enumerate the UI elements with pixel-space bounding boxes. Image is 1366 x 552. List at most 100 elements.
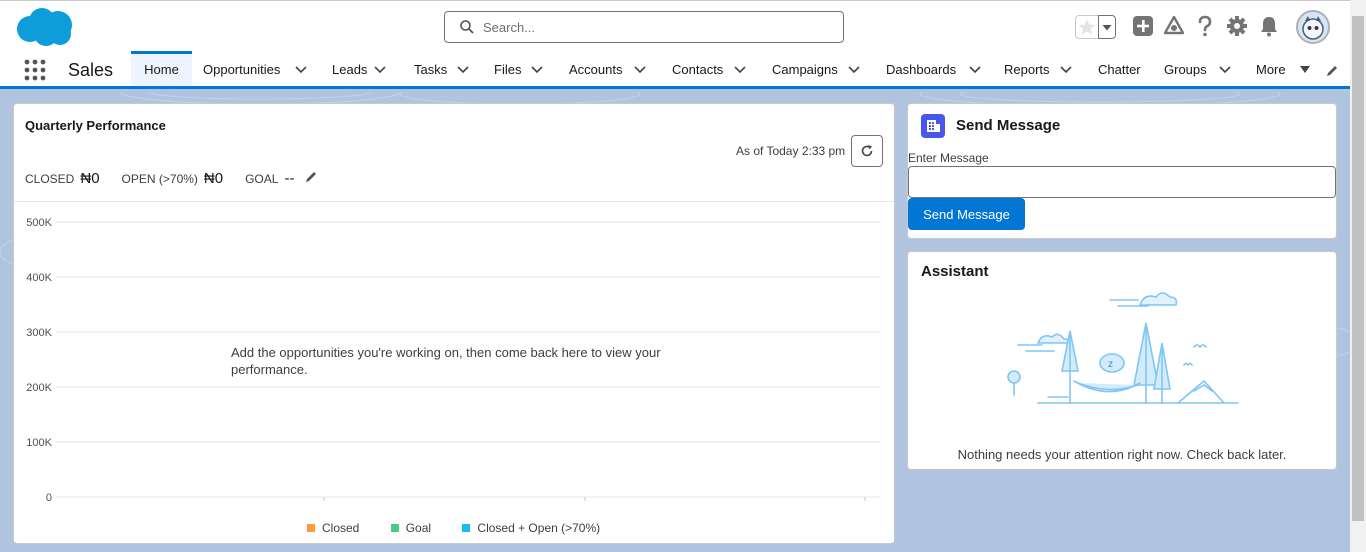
chevron-down-icon[interactable] bbox=[634, 66, 646, 74]
favorites-dropdown-icon[interactable] bbox=[1098, 15, 1116, 39]
app-launcher-icon[interactable] bbox=[24, 59, 46, 81]
y-tick-label: 400K bbox=[26, 272, 52, 284]
tab-leads[interactable]: Leads bbox=[332, 51, 394, 86]
goal-value: -- bbox=[284, 170, 295, 187]
chevron-down-icon[interactable] bbox=[848, 66, 860, 74]
y-tick-label: 100K bbox=[26, 437, 52, 449]
closed-value: ₦0 bbox=[80, 170, 100, 187]
tab-label: More bbox=[1256, 62, 1286, 77]
closed-label: CLOSED bbox=[25, 172, 75, 186]
chevron-down-icon[interactable] bbox=[374, 66, 386, 74]
assistant-card: Assistant z Nothing needs your attention… bbox=[907, 251, 1337, 470]
favorites-control[interactable] bbox=[1075, 15, 1117, 39]
legend-item-closed-open[interactable]: Closed + Open (>70%) bbox=[462, 521, 600, 535]
building-icon bbox=[921, 114, 945, 138]
send-message-card: Send Message Enter Message Send Message bbox=[907, 103, 1337, 239]
tab-opportunities[interactable]: Opportunities bbox=[203, 51, 313, 86]
chart-legend: Closed Goal Closed + Open (>70%) bbox=[307, 521, 628, 535]
assistant-message: Nothing needs your attention right now. … bbox=[957, 447, 1287, 462]
tab-campaigns[interactable]: Campaigns bbox=[772, 51, 866, 86]
tab-reports[interactable]: Reports bbox=[1004, 51, 1086, 86]
setup-gear-icon[interactable] bbox=[1226, 15, 1248, 37]
tab-label: Files bbox=[494, 62, 522, 77]
card-title: Quarterly Performance bbox=[25, 118, 166, 133]
message-field-label: Enter Message bbox=[908, 151, 989, 165]
relaxing-hammock-illustration: z bbox=[1007, 292, 1239, 404]
caret-down-icon[interactable] bbox=[1299, 65, 1311, 74]
legend-swatch bbox=[462, 524, 471, 532]
as-of-timestamp: As of Today 2:33 pm bbox=[736, 144, 846, 158]
legend-label: Closed bbox=[322, 521, 360, 535]
y-tick-label: 0 bbox=[46, 492, 52, 502]
chevron-down-icon[interactable] bbox=[1219, 66, 1231, 74]
chevron-down-icon[interactable] bbox=[457, 66, 469, 74]
page-scrollbar[interactable] bbox=[1350, 0, 1366, 552]
app-navigation-bar: Sales Home Opportunities Leads Tasks Fil… bbox=[0, 51, 1350, 89]
global-header: Search... bbox=[0, 0, 1350, 51]
tab-label: Groups bbox=[1164, 62, 1207, 77]
chevron-down-icon[interactable] bbox=[531, 66, 543, 74]
app-name: Sales bbox=[68, 60, 114, 80]
trailhead-icon[interactable] bbox=[1162, 15, 1186, 37]
y-tick-label: 500K bbox=[26, 217, 52, 229]
edit-goal-pencil-icon[interactable] bbox=[304, 170, 318, 184]
user-avatar[interactable] bbox=[1296, 10, 1330, 44]
global-search[interactable]: Search... bbox=[444, 11, 844, 43]
legend-label: Closed + Open (>70%) bbox=[477, 521, 601, 535]
tab-label: Reports bbox=[1004, 62, 1050, 77]
favorite-star-icon[interactable] bbox=[1075, 15, 1099, 39]
tab-label: Tasks bbox=[414, 62, 448, 77]
tab-chatter[interactable]: Chatter bbox=[1098, 51, 1146, 86]
y-tick-label: 300K bbox=[26, 327, 52, 339]
zzz-glyph: z bbox=[1108, 359, 1113, 370]
tab-label: Opportunities bbox=[203, 62, 281, 77]
global-actions-plus-icon[interactable] bbox=[1132, 15, 1154, 37]
tab-more[interactable]: More bbox=[1256, 51, 1314, 86]
search-placeholder: Search... bbox=[483, 20, 536, 35]
card-title: Assistant bbox=[921, 263, 989, 280]
tab-label: Campaigns bbox=[772, 62, 838, 77]
tab-files[interactable]: Files bbox=[494, 51, 550, 86]
edit-nav-pencil-icon[interactable] bbox=[1325, 64, 1339, 78]
empty-chart-message: Add the opportunities you're working on,… bbox=[231, 345, 661, 377]
open-value: ₦0 bbox=[203, 170, 224, 187]
quarterly-performance-card: Quarterly Performance As of Today 2:33 p… bbox=[13, 103, 895, 544]
tab-label: Contacts bbox=[672, 62, 724, 77]
chevron-down-icon[interactable] bbox=[969, 66, 981, 74]
chevron-down-icon[interactable] bbox=[734, 66, 746, 74]
y-tick-label: 200K bbox=[26, 382, 52, 394]
legend-item-closed[interactable]: Closed bbox=[307, 521, 359, 535]
open-label: OPEN (>70%) bbox=[121, 172, 198, 186]
search-icon bbox=[460, 20, 474, 34]
x-axis-ticks: FebMarApr bbox=[323, 497, 866, 501]
tab-groups[interactable]: Groups bbox=[1164, 51, 1244, 86]
tab-label: Leads bbox=[332, 62, 368, 77]
legend-swatch bbox=[307, 524, 315, 532]
message-input[interactable] bbox=[908, 166, 1336, 198]
tab-home[interactable]: Home bbox=[131, 51, 192, 86]
help-icon[interactable] bbox=[1196, 15, 1214, 37]
goal-label: GOAL bbox=[245, 172, 279, 186]
tab-contacts[interactable]: Contacts bbox=[672, 51, 752, 86]
notifications-bell-icon[interactable] bbox=[1259, 15, 1279, 37]
card-title: Send Message bbox=[956, 117, 1061, 134]
tab-tasks[interactable]: Tasks bbox=[414, 51, 476, 86]
tab-label: Chatter bbox=[1098, 62, 1141, 77]
scrollbar-thumb[interactable] bbox=[1352, 16, 1364, 521]
refresh-button[interactable] bbox=[851, 135, 883, 167]
legend-swatch bbox=[390, 524, 399, 532]
performance-stats: CLOSED ₦0 OPEN (>70%) ₦0 GOAL -- bbox=[25, 170, 318, 187]
chevron-down-icon[interactable] bbox=[295, 66, 307, 74]
legend-label: Goal bbox=[405, 521, 432, 535]
tab-label: Home bbox=[144, 62, 179, 77]
tab-accounts[interactable]: Accounts bbox=[569, 51, 651, 86]
salesforce-logo[interactable] bbox=[14, 7, 74, 52]
send-message-button[interactable]: Send Message bbox=[908, 198, 1025, 230]
legend-item-goal[interactable]: Goal bbox=[390, 521, 432, 535]
refresh-icon bbox=[861, 145, 873, 157]
chevron-down-icon[interactable] bbox=[1060, 66, 1072, 74]
tab-label: Dashboards bbox=[886, 62, 957, 77]
tab-label: Accounts bbox=[569, 62, 623, 77]
y-axis-ticks: 0 100K 200K 300K 400K 500K bbox=[26, 217, 52, 502]
tab-dashboards[interactable]: Dashboards bbox=[886, 51, 988, 86]
